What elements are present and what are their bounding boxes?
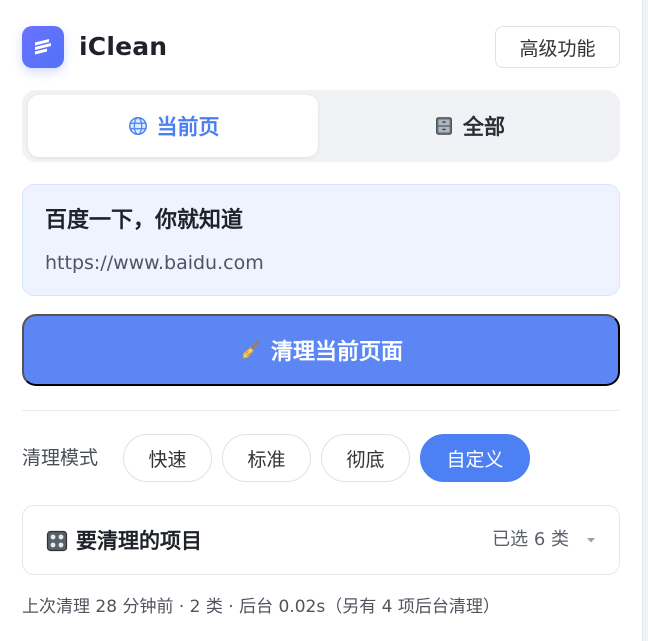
page-title: 百度一下，你就知道 [45, 208, 244, 233]
tab-all-label: 全部 [463, 115, 505, 139]
globe-icon [127, 115, 149, 137]
app-title: iClean [79, 32, 168, 61]
selected-count: 已选 6 类 [492, 529, 569, 550]
caret-down-icon [583, 532, 599, 548]
clean-current-page-button[interactable]: 清理当前页面 [22, 314, 620, 386]
clean-items-header: 要清理的项目 [45, 528, 202, 554]
section-divider [22, 410, 620, 411]
mode-custom-button[interactable]: 自定义 [420, 434, 530, 482]
mode-standard-button[interactable]: 标准 [222, 434, 311, 482]
tab-all[interactable]: 全部 [324, 95, 614, 157]
last-clean-status: 上次清理 28 分钟前 · 2 类 · 后台 0.02s（另有 4 项后台清理） [22, 597, 500, 617]
advanced-features-button[interactable]: 高级功能 [495, 26, 620, 68]
clean-items-selector[interactable]: 要清理的项目 已选 6 类 [22, 505, 620, 575]
clean-items-title: 要清理的项目 [76, 529, 202, 553]
clean-items-dropdown[interactable]: 已选 6 类 [492, 528, 599, 552]
broom-icon [239, 338, 263, 362]
clean-mode-label: 清理模式 [22, 447, 99, 469]
tab-current-page-label: 当前页 [156, 115, 220, 139]
cabinet-icon [433, 115, 455, 137]
broom-lines-icon [35, 39, 51, 55]
tab-current-page[interactable]: 当前页 [28, 95, 318, 157]
clean-current-page-label: 清理当前页面 [270, 339, 403, 364]
mode-thorough-button[interactable]: 彻底 [321, 434, 410, 482]
mode-quick-button[interactable]: 快速 [123, 434, 212, 482]
control-knobs-icon [45, 529, 69, 553]
iclean-panel: iClean 高级功能 当前页 全部 百度一下，你就知道 https://www… [0, 0, 642, 641]
header: iClean 高级功能 [22, 24, 620, 70]
scope-tabs: 当前页 全部 [22, 90, 620, 162]
window-edge [642, 0, 648, 641]
app-logo [22, 26, 64, 68]
clean-mode-selector: 清理模式 快速 标准 彻底 自定义 [22, 434, 620, 482]
current-page-info-card: 百度一下，你就知道 https://www.baidu.com [22, 184, 620, 296]
page-url: https://www.baidu.com [45, 252, 264, 274]
